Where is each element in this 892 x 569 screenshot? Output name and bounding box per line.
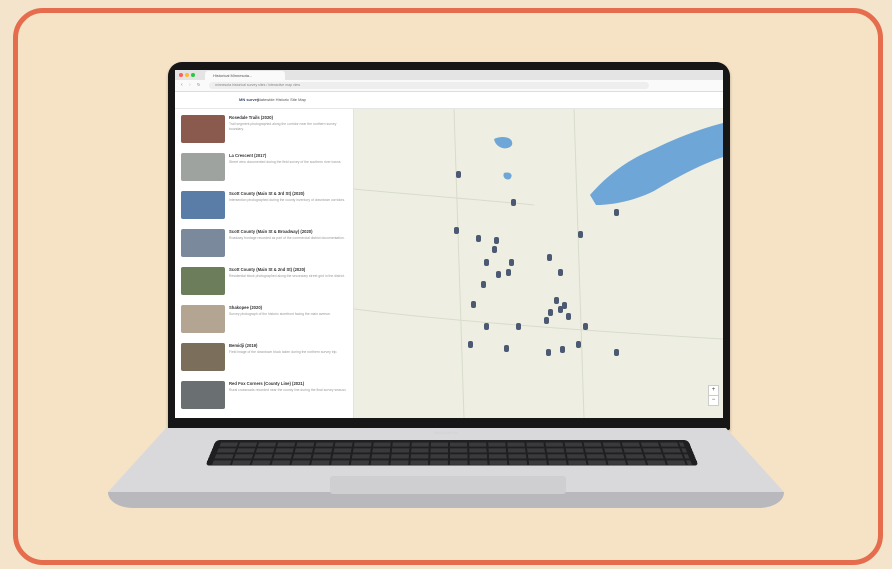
map-pin[interactable]: [456, 171, 461, 178]
map-pin[interactable]: [562, 302, 567, 309]
map-pin[interactable]: [566, 313, 571, 320]
site-description: Residential block photographed along the…: [229, 274, 345, 278]
map-basemap: [354, 109, 723, 418]
site-description: Rural crossroads recorded near the count…: [229, 388, 347, 392]
map-pin[interactable]: [468, 341, 473, 348]
site-title: Scott County (Main St & 3rd St) (2020): [229, 191, 305, 196]
site-title: Shakopee (2020): [229, 305, 263, 310]
site-thumbnail: [181, 343, 225, 371]
map-pin[interactable]: [509, 259, 514, 266]
list-item[interactable]: Scott County (Main St & 2nd St) (2020) R…: [181, 265, 349, 301]
map-pin[interactable]: [583, 323, 588, 330]
keyboard: [205, 440, 699, 466]
site-thumbnail: [181, 267, 225, 295]
site-description: Survey photograph of the historic storef…: [229, 312, 331, 316]
map-pin[interactable]: [560, 346, 565, 353]
map-view[interactable]: + −: [354, 109, 723, 418]
list-item[interactable]: Rosedale Trails (2020) Trail segment pho…: [181, 113, 349, 149]
map-pin[interactable]: [614, 209, 619, 216]
site-thumbnail: [181, 153, 225, 181]
site-thumbnail: [181, 305, 225, 333]
map-pin[interactable]: [496, 271, 501, 278]
map-pin[interactable]: [484, 259, 489, 266]
map-pin[interactable]: [576, 341, 581, 348]
list-item[interactable]: Shakopee (2020) Survey photograph of the…: [181, 303, 349, 339]
app-header: MN survey Statewide Historic Site Map: [175, 92, 723, 109]
site-title: Scott County (Main St & Broadway) (2020): [229, 229, 313, 234]
map-pin[interactable]: [476, 235, 481, 242]
address-bar[interactable]: minnesota historical survey sites / inte…: [209, 82, 649, 89]
map-pin[interactable]: [614, 349, 619, 356]
list-item[interactable]: La Crescent (2017) Street view documente…: [181, 151, 349, 187]
zoom-out-button[interactable]: −: [708, 395, 719, 406]
reload-icon[interactable]: ↻: [197, 82, 200, 87]
site-description: Trail segment photographed along the cor…: [229, 122, 337, 131]
site-description: Field image of the downtown block taken …: [229, 350, 338, 354]
site-description: Street view documented during the field …: [229, 160, 342, 164]
map-pin[interactable]: [544, 317, 549, 324]
forward-icon[interactable]: ›: [189, 82, 191, 88]
map-pin[interactable]: [471, 301, 476, 308]
close-window-dot[interactable]: [179, 73, 183, 77]
map-pin[interactable]: [506, 269, 511, 276]
map-pin[interactable]: [554, 297, 559, 304]
list-item[interactable]: Scott County (Main St & Broadway) (2020)…: [181, 227, 349, 263]
site-thumbnail: [181, 191, 225, 219]
site-thumbnail: [181, 115, 225, 143]
map-pin[interactable]: [547, 254, 552, 261]
site-title: Rosedale Trails (2020): [229, 115, 273, 120]
browser-tab[interactable]: Historical Minnesota...: [205, 71, 285, 80]
map-pin[interactable]: [578, 231, 583, 238]
minimize-window-dot[interactable]: [185, 73, 189, 77]
list-item[interactable]: Scott County (Main St & 3rd St) (2020) I…: [181, 189, 349, 225]
map-pin[interactable]: [494, 237, 499, 244]
map-pin[interactable]: [484, 323, 489, 330]
browser-toolbar: ‹ › ↻ minnesota historical survey sites …: [175, 80, 723, 92]
map-pin[interactable]: [492, 246, 497, 253]
site-description: Intersection photographed during the cou…: [229, 198, 346, 202]
site-thumbnail: [181, 229, 225, 257]
site-description: Roadway frontage recorded as part of the…: [229, 236, 345, 240]
map-pin[interactable]: [558, 269, 563, 276]
map-pin[interactable]: [511, 199, 516, 206]
site-title: Bemidji (2019): [229, 343, 258, 348]
list-item[interactable]: Bemidji (2019) Field image of the downto…: [181, 341, 349, 377]
map-pin[interactable]: [481, 281, 486, 288]
map-pin[interactable]: [548, 309, 553, 316]
map-pin[interactable]: [504, 345, 509, 352]
map-pin[interactable]: [546, 349, 551, 356]
site-list: Rosedale Trails (2020) Trail segment pho…: [175, 109, 354, 418]
page-title: Statewide Historic Site Map: [257, 97, 306, 102]
back-icon[interactable]: ‹: [181, 82, 183, 88]
map-pin[interactable]: [516, 323, 521, 330]
hinge-label: MacBook Pro: [433, 430, 458, 435]
site-title: Scott County (Main St & 2nd St) (2020): [229, 267, 306, 272]
maximize-window-dot[interactable]: [191, 73, 195, 77]
site-title: La Crescent (2017): [229, 153, 267, 158]
map-pin[interactable]: [454, 227, 459, 234]
site-title: Red Fox Corners (County Line) (2021): [229, 381, 305, 386]
browser-tab-bar: Historical Minnesota...: [175, 70, 723, 80]
laptop-screen: Historical Minnesota... ‹ › ↻ minnesota …: [175, 70, 723, 418]
list-item[interactable]: Red Fox Corners (County Line) (2021) Rur…: [181, 379, 349, 415]
site-thumbnail: [181, 381, 225, 409]
trackpad: [330, 476, 566, 494]
